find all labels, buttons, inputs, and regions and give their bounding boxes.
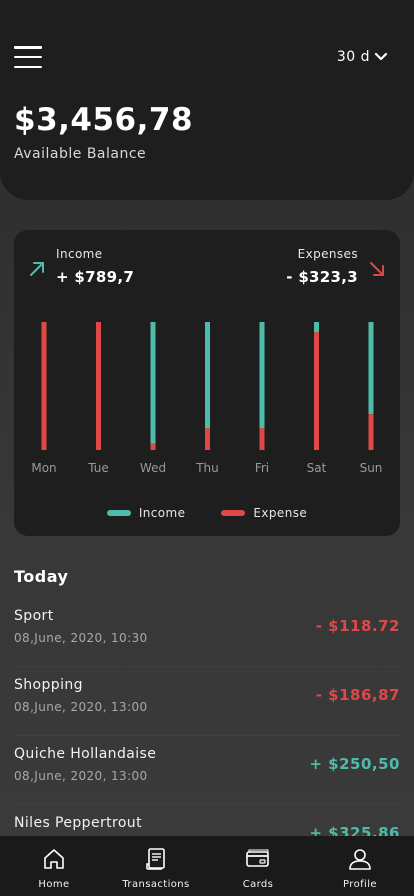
transaction-amount: + $250,50: [309, 755, 400, 773]
tick-label-thu: Thu: [195, 461, 219, 475]
tick-label-fri: Fri: [255, 461, 269, 475]
bar-income-fri: [259, 322, 265, 429]
tab-transactions-label: Transactions: [122, 879, 190, 890]
bar-expense-fri: [259, 428, 265, 450]
tab-transactions[interactable]: Transactions: [116, 836, 196, 896]
bar-expense-thu: [205, 428, 210, 450]
bar-expense-mon: [41, 322, 47, 450]
bar-income-thu: [205, 322, 210, 429]
section-title-today: Today: [14, 567, 69, 586]
tick-label-sun: Sun: [360, 461, 383, 475]
transaction-date: 08,June, 2020, 13:00: [14, 700, 148, 714]
transaction-row[interactable]: Shopping 08,June, 2020, 13:00 - $186,87: [14, 667, 400, 736]
tick-label-tue: Tue: [87, 461, 109, 475]
transaction-name: Shopping: [14, 677, 83, 693]
user-icon: [349, 849, 371, 870]
transaction-name: Quiche Hollandaise: [14, 746, 157, 762]
legend-item-expense: Expense: [221, 506, 307, 520]
tab-cards-label: Cards: [242, 879, 274, 890]
tick-label-sat: Sat: [307, 461, 327, 475]
bar-expense-wed: [150, 443, 156, 450]
income-swatch: [106, 510, 131, 516]
transaction-amount: - $118.72: [315, 617, 400, 635]
chevron-down-icon: [374, 52, 388, 61]
period-selector[interactable]: 30 d: [337, 49, 388, 65]
tab-home[interactable]: Home: [14, 836, 94, 896]
expense-swatch: [221, 510, 246, 516]
transaction-list: Sport 08,June, 2020, 10:30 - $118.72 Sho…: [14, 598, 400, 874]
tab-profile-label: Profile: [343, 879, 377, 890]
receipt-icon: [146, 848, 165, 870]
tab-cards[interactable]: Cards: [218, 836, 298, 896]
transaction-row[interactable]: Sport 08,June, 2020, 10:30 - $118.72: [14, 598, 400, 667]
legend-income-label: Income: [138, 506, 186, 520]
bar-income-sun: [368, 322, 374, 415]
tick-label-mon: Mon: [31, 461, 56, 475]
bottom-tab-bar: Home Transactions Cards Profile: [0, 836, 414, 896]
menu-icon-line: [14, 46, 42, 49]
bar-expense-sat: [314, 332, 319, 450]
transaction-name: Niles Peppertrout: [14, 815, 142, 831]
tab-profile[interactable]: Profile: [320, 836, 400, 896]
bar-income-sat: [314, 322, 319, 333]
balance-amount: $3,456,78: [14, 102, 194, 138]
tab-home-label: Home: [38, 879, 70, 890]
menu-button[interactable]: [14, 46, 42, 68]
home-icon: [44, 849, 64, 869]
transaction-amount: - $186,87: [315, 686, 400, 704]
card-icon: [246, 849, 269, 867]
balance-label: Available Balance: [14, 146, 147, 162]
weekly-bar-chart: Mon Tue Wed Thu Fri Sat Sun: [31, 322, 383, 475]
balance-header: 30 d $3,456,78 Available Balance: [0, 0, 414, 200]
weekly-chart-card: Income + $789,7 Expenses - $323,3 Mon Tue…: [14, 230, 400, 536]
period-label: 30 d: [336, 49, 370, 65]
bar-income-wed: [150, 322, 156, 444]
menu-icon-line: [14, 65, 42, 68]
legend-expense-label: Expense: [253, 506, 308, 520]
chart-legend: Income Expense: [14, 506, 400, 520]
tick-label-wed: Wed: [140, 461, 166, 475]
transaction-date: 08,June, 2020, 13:00: [14, 769, 148, 783]
legend-item-income: Income: [106, 506, 186, 520]
menu-icon-line: [14, 55, 42, 59]
transaction-date: 08,June, 2020, 10:30: [14, 631, 148, 645]
bar-expense-tue: [96, 322, 101, 450]
transaction-name: Sport: [14, 608, 54, 624]
transaction-row[interactable]: Quiche Hollandaise 08,June, 2020, 13:00 …: [14, 736, 400, 805]
bar-expense-sun: [368, 414, 374, 450]
